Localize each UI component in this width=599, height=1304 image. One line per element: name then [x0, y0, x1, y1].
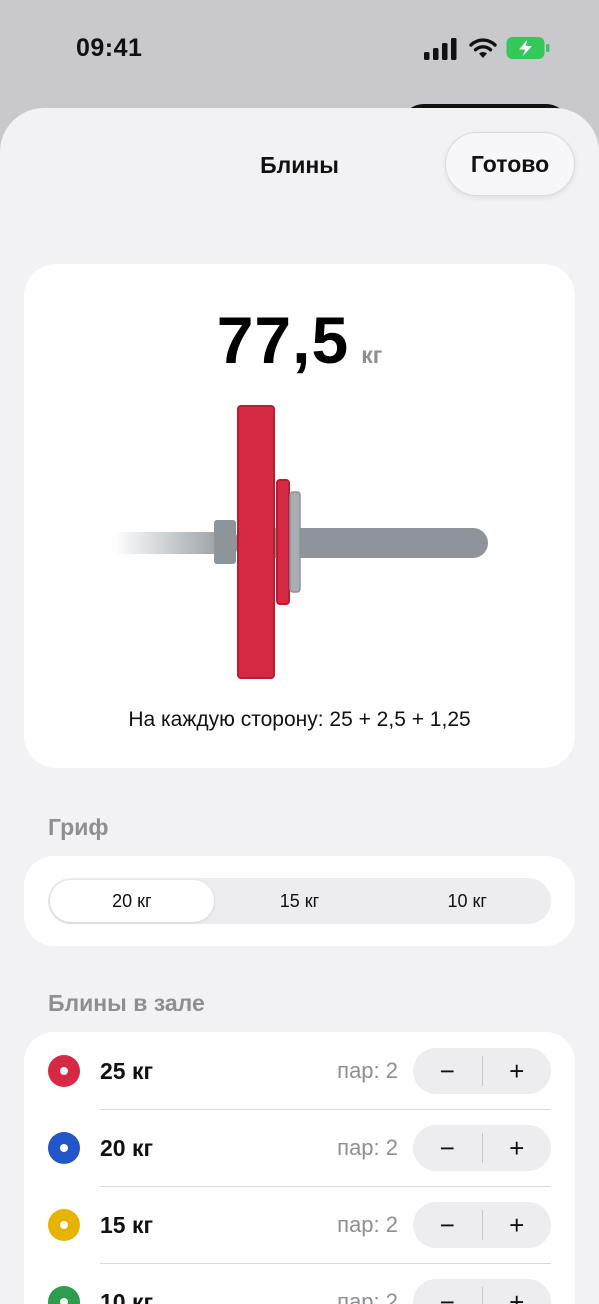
bar-collar [214, 520, 236, 564]
plate-2-5-drawing [276, 479, 290, 605]
bar-option-15[interactable]: 15 кг [218, 880, 382, 922]
increment-button[interactable]: + [483, 1279, 552, 1304]
plate-row-10: 10 кг пар: 2 − + [24, 1263, 575, 1304]
plate-weight-label: 10 кг [100, 1289, 154, 1304]
plate-pairs-stepper: − + [413, 1202, 551, 1248]
status-bar: 09:41 [0, 0, 599, 100]
plate-pairs-stepper: − + [413, 1279, 551, 1304]
cellular-signal-icon [424, 38, 457, 60]
barbell-illustration [114, 405, 488, 679]
plate-row-20: 20 кг пар: 2 − + [24, 1109, 575, 1186]
battery-charging-icon [506, 37, 550, 59]
gym-plates-card: 25 кг пар: 2 − + 20 кг пар: 2 − + 15 кг … [24, 1032, 575, 1304]
increment-button[interactable]: + [483, 1125, 552, 1171]
plate-row-25: 25 кг пар: 2 − + [24, 1032, 575, 1109]
blue-plate-icon [48, 1132, 80, 1164]
plate-pairs-count: пар: 2 [337, 1135, 398, 1160]
plate-pairs-stepper: − + [413, 1125, 551, 1171]
plate-pairs-count: пар: 2 [337, 1212, 398, 1237]
plate-pairs-count: пар: 2 [337, 1289, 398, 1304]
bar-weight-segmented-control: 20 кг 15 кг 10 кг [48, 878, 551, 924]
plate-pairs-count: пар: 2 [337, 1058, 398, 1083]
decrement-button[interactable]: − [413, 1279, 482, 1304]
bar-selector-card: 20 кг 15 кг 10 кг [24, 856, 575, 946]
weight-summary-card: 77,5 кг На каждую сторону: 25 + 2,5 + 1,… [24, 264, 575, 768]
plate-weight-label: 25 кг [100, 1058, 154, 1084]
bar-option-20[interactable]: 20 кг [50, 880, 214, 922]
wifi-icon [469, 38, 497, 58]
increment-button[interactable]: + [483, 1202, 552, 1248]
per-side-breakdown: На каждую сторону: 25 + 2,5 + 1,25 [128, 708, 471, 731]
green-plate-icon [48, 1286, 80, 1304]
plate-1-25-drawing [289, 491, 301, 593]
decrement-button[interactable]: − [413, 1202, 482, 1248]
decrement-button[interactable]: − [413, 1125, 482, 1171]
plate-row-15: 15 кг пар: 2 − + [24, 1186, 575, 1263]
yellow-plate-icon [48, 1209, 80, 1241]
done-button[interactable]: Готово [445, 132, 575, 196]
plate-weight-label: 20 кг [100, 1135, 154, 1161]
plates-sheet: Блины Готово 77,5 кг На каждую сторону: … [0, 108, 599, 1304]
plate-pairs-stepper: − + [413, 1048, 551, 1094]
gym-plates-section-label: Блины в зале [48, 990, 205, 1016]
status-time: 09:41 [76, 34, 143, 62]
increment-button[interactable]: + [483, 1048, 552, 1094]
bar-section-label: Гриф [48, 814, 109, 840]
bar-option-10[interactable]: 10 кг [385, 880, 549, 922]
plate-25-drawing [237, 405, 275, 679]
red-plate-icon [48, 1055, 80, 1087]
plate-weight-label: 15 кг [100, 1212, 154, 1238]
decrement-button[interactable]: − [413, 1048, 482, 1094]
